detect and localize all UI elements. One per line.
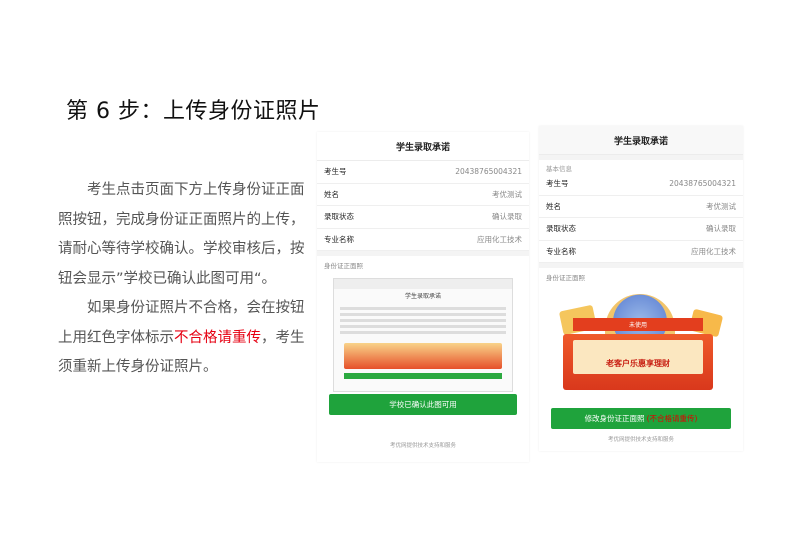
phone-screenshot-confirmed: 学生录取承诺 考生号 20438765004321 姓名 考优测试 录取状态 确认录取… [317, 132, 529, 462]
phone-screenshot-rejected: 学生录取承诺 基本信息 考生号 20438765004321 姓名 考优测试 录取状… [539, 126, 743, 451]
row-label: 姓名 [546, 201, 561, 211]
photo-label: 身份证正面照 [546, 274, 585, 282]
phone-title: 学生录取承诺 [317, 132, 529, 161]
red-warning-text: 不合格请重传 [174, 329, 261, 346]
info-row: 专业名称 应用化工技术 [539, 241, 743, 263]
uploaded-id-image[interactable]: 未使用 老客户乐惠享理财 [539, 294, 743, 406]
row-value: 应用化工技术 [477, 234, 522, 244]
info-row: 专业名称 应用化工技术 [317, 229, 529, 251]
info-row: 姓名 考优测试 [539, 196, 743, 218]
info-row: 录取状态 确认录取 [317, 206, 529, 229]
modify-label: 修改身份证正面照 [584, 414, 645, 423]
rejected-warning: (不合格请重传) [646, 414, 698, 423]
thumbnail-rows [334, 302, 512, 339]
thumbnail-status-bar [334, 279, 512, 289]
row-label: 录取状态 [324, 212, 354, 222]
row-label: 姓名 [324, 189, 339, 199]
row-label: 专业名称 [546, 246, 576, 256]
confirmed-photo-button[interactable]: 学校已确认此图可用 [329, 394, 517, 415]
row-label: 考生号 [546, 179, 569, 189]
instruction-paragraph-2: 如果身份证照片不合格，会在按钮上用红色字体标示不合格请重传，考生须重新上传身份证… [58, 294, 306, 383]
row-value: 考优测试 [492, 189, 522, 199]
footer-text: 考优网提供技术支持和服务 [389, 443, 456, 449]
id-photo-thumbnail[interactable]: 学生录取承诺 [333, 278, 513, 392]
modify-photo-button[interactable]: 修改身份证正面照 (不合格请重传) [551, 408, 731, 429]
phone-title: 学生录取承诺 [539, 126, 743, 155]
instructions: 考生点击页面下方上传身份证正面照按钮，完成身份证正面照片的上传，请耐心等待学校确… [58, 176, 306, 383]
row-label: 专业名称 [324, 234, 354, 244]
thumbnail-button [344, 373, 502, 379]
thumbnail-title: 学生录取承诺 [404, 293, 441, 300]
row-value: 20438765004321 [455, 167, 522, 177]
row-value: 考优测试 [706, 201, 736, 211]
footer-text: 考优网提供技术支持和服务 [607, 437, 674, 443]
row-label: 录取状态 [546, 224, 576, 234]
row-value: 应用化工技术 [691, 246, 736, 256]
photo-label: 身份证正面照 [324, 262, 363, 270]
info-row: 考生号 20438765004321 [317, 161, 529, 184]
row-value: 确认录取 [492, 212, 522, 222]
info-row: 考生号 20438765004321 [539, 173, 743, 196]
row-value: 20438765004321 [669, 179, 736, 189]
row-label: 考生号 [324, 167, 347, 177]
thumbnail-banner [344, 343, 502, 369]
section-label: 基本信息 [546, 165, 572, 173]
page-title: 第 6 步：上传身份证照片 [66, 99, 321, 124]
info-row: 姓名 考优测试 [317, 184, 529, 206]
instruction-paragraph-1: 考生点击页面下方上传身份证正面照按钮，完成身份证正面照片的上传，请耐心等待学校确… [58, 182, 305, 287]
row-value: 确认录取 [706, 224, 736, 234]
promo-title: 老客户乐惠享理财 [606, 359, 670, 368]
promo-tag: 未使用 [573, 318, 703, 331]
info-row: 录取状态 确认录取 [539, 218, 743, 241]
